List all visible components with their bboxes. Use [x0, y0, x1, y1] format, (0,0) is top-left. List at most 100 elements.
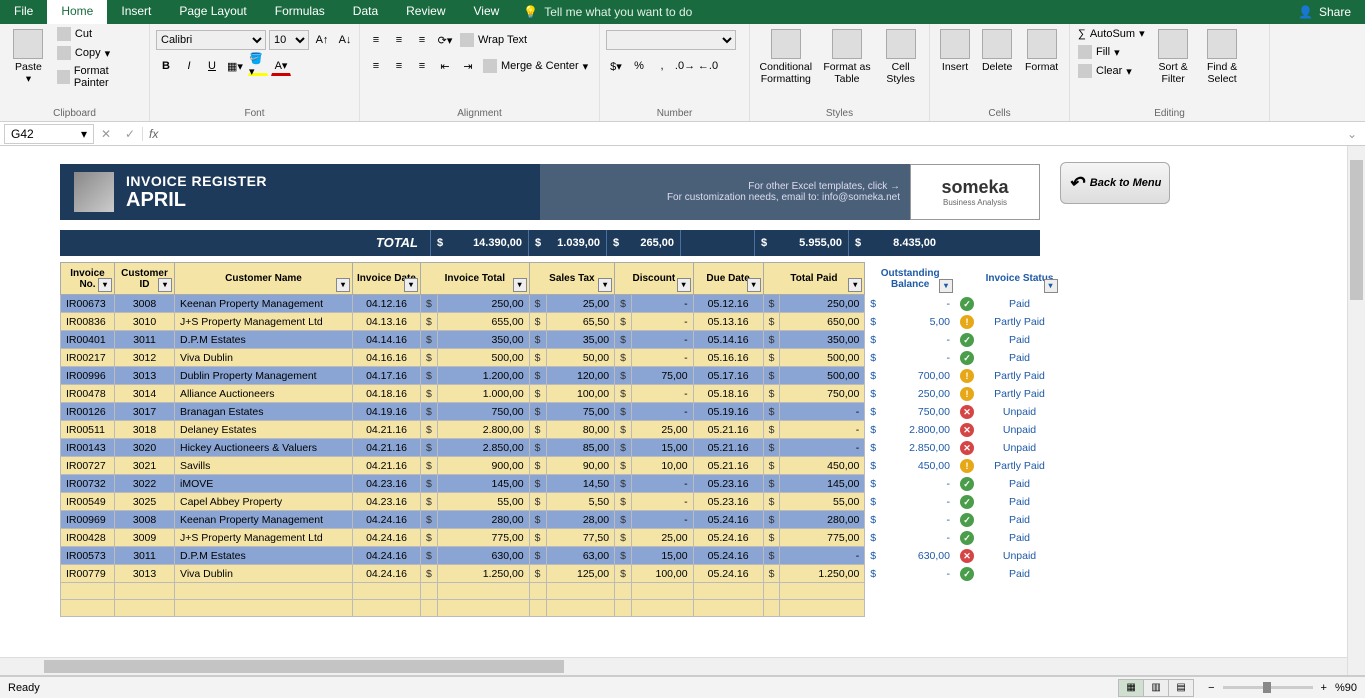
table-row[interactable]: IR007273021Savills04.21.16$900,00$90,00$…: [61, 457, 1060, 475]
col-customer-id[interactable]: Customer ID▾: [115, 263, 175, 295]
accept-formula-button[interactable]: ✓: [118, 127, 142, 141]
col-outstanding-balance[interactable]: Outstanding Balance▾: [865, 263, 955, 295]
col-invoice-status[interactable]: Invoice Status▾: [980, 263, 1060, 295]
filter-icon[interactable]: ▾: [848, 278, 862, 292]
view-normal[interactable]: ▦: [1118, 679, 1144, 697]
table-row[interactable]: IR006733008Keenan Property Management04.…: [61, 295, 1060, 313]
align-top[interactable]: ≡: [366, 30, 386, 50]
col-discount[interactable]: Discount▾: [615, 263, 694, 295]
scroll-thumb[interactable]: [1350, 160, 1363, 300]
filter-icon[interactable]: ▾: [939, 279, 953, 293]
border-button[interactable]: ▦▾: [225, 56, 245, 76]
col-total-paid[interactable]: Total Paid▾: [763, 263, 865, 295]
table-row[interactable]: IR004783014Alliance Auctioneers04.18.16$…: [61, 385, 1060, 403]
tell-me[interactable]: 💡Tell me what you want to do: [513, 0, 702, 24]
table-row[interactable]: IR008363010J+S Property Management Ltd04…: [61, 313, 1060, 331]
table-row[interactable]: IR005493025Capel Abbey Property04.23.16$…: [61, 493, 1060, 511]
menu-view[interactable]: View: [460, 0, 514, 24]
table-row[interactable]: IR005733011D.P.M Estates04.24.16$630,00$…: [61, 547, 1060, 565]
align-middle[interactable]: ≡: [389, 30, 409, 50]
format-cells-button[interactable]: Format: [1020, 26, 1063, 76]
filter-icon[interactable]: ▾: [747, 278, 761, 292]
col-sales-tax[interactable]: Sales Tax▾: [529, 263, 614, 295]
zoom-in-button[interactable]: +: [1321, 682, 1327, 694]
italic-button[interactable]: I: [179, 56, 199, 76]
col-invoice-date[interactable]: Invoice Date▾: [353, 263, 421, 295]
zoom-level[interactable]: %90: [1335, 682, 1357, 694]
align-right[interactable]: ≡: [412, 56, 432, 76]
table-row[interactable]: IR007793013Viva Dublin04.24.16$1.250,00$…: [61, 565, 1060, 583]
indent-dec[interactable]: ⇤: [435, 56, 455, 76]
filter-icon[interactable]: ▾: [677, 278, 691, 292]
menu-data[interactable]: Data: [339, 0, 392, 24]
currency-button[interactable]: $▾: [606, 56, 626, 76]
grow-font-button[interactable]: A↑: [312, 30, 332, 50]
fill-button[interactable]: Fill▾: [1076, 44, 1147, 60]
inc-decimal[interactable]: .0→: [675, 56, 695, 76]
font-name-select[interactable]: Calibri: [156, 30, 266, 50]
table-row[interactable]: IR005113018Delaney Estates04.21.16$2.800…: [61, 421, 1060, 439]
share-button[interactable]: 👤Share: [1284, 0, 1365, 24]
worksheet-area[interactable]: INVOICE REGISTER APRIL For other Excel t…: [0, 146, 1365, 676]
zoom-out-button[interactable]: −: [1208, 682, 1214, 694]
table-row[interactable]: IR004013011D.P.M Estates04.14.16$350,00$…: [61, 331, 1060, 349]
formula-input[interactable]: [164, 126, 1347, 141]
table-row[interactable]: IR009693008Keenan Property Management04.…: [61, 511, 1060, 529]
menu-formulas[interactable]: Formulas: [261, 0, 339, 24]
sort-filter-button[interactable]: Sort & Filter: [1151, 26, 1196, 88]
filter-icon[interactable]: ▾: [598, 278, 612, 292]
format-painter-button[interactable]: Format Painter: [55, 64, 143, 90]
col-customer-name[interactable]: Customer Name▾: [175, 263, 353, 295]
table-row[interactable]: IR009963013Dublin Property Management04.…: [61, 367, 1060, 385]
name-box[interactable]: G42▾: [4, 124, 94, 144]
indent-inc[interactable]: ⇥: [458, 56, 478, 76]
number-format-select[interactable]: [606, 30, 736, 50]
view-page-break[interactable]: ▤: [1168, 679, 1194, 697]
percent-button[interactable]: %: [629, 56, 649, 76]
delete-cells-button[interactable]: Delete: [978, 26, 1016, 76]
wrap-text-button[interactable]: Wrap Text: [458, 32, 529, 48]
cell-styles-button[interactable]: Cell Styles: [878, 26, 923, 88]
conditional-formatting-button[interactable]: Conditional Formatting: [756, 26, 816, 88]
align-left[interactable]: ≡: [366, 56, 386, 76]
filter-icon[interactable]: ▾: [98, 278, 112, 292]
fill-color-button[interactable]: 🪣▾: [248, 56, 268, 76]
vertical-scrollbar[interactable]: [1347, 146, 1365, 675]
table-row[interactable]: IR002173012Viva Dublin04.16.16$500,00$50…: [61, 349, 1060, 367]
view-page-layout[interactable]: ▥: [1143, 679, 1169, 697]
zoom-slider[interactable]: [1223, 686, 1313, 689]
align-center[interactable]: ≡: [389, 56, 409, 76]
dec-decimal[interactable]: ←.0: [698, 56, 718, 76]
table-row[interactable]: IR007323022iMOVE04.23.16$145,00$14,50$-0…: [61, 475, 1060, 493]
copy-button[interactable]: Copy▾: [55, 45, 143, 61]
align-bottom[interactable]: ≡: [412, 30, 432, 50]
cancel-formula-button[interactable]: ✕: [94, 127, 118, 141]
menu-insert[interactable]: Insert: [107, 0, 165, 24]
underline-button[interactable]: U: [202, 56, 222, 76]
filter-icon[interactable]: ▾: [336, 278, 350, 292]
find-select-button[interactable]: Find & Select: [1200, 26, 1245, 88]
back-to-menu-button[interactable]: ↶Back to Menu: [1060, 162, 1170, 204]
filter-icon[interactable]: ▾: [404, 278, 418, 292]
paste-button[interactable]: Paste▾: [6, 26, 51, 88]
col-invoice-no[interactable]: Invoice No.▾: [61, 263, 115, 295]
col-due-date[interactable]: Due Date▾: [693, 263, 763, 295]
cut-button[interactable]: Cut: [55, 26, 143, 42]
font-size-select[interactable]: 10: [269, 30, 309, 50]
bold-button[interactable]: B: [156, 56, 176, 76]
format-as-table-button[interactable]: Format as Table: [820, 26, 875, 88]
scroll-thumb[interactable]: [44, 660, 564, 673]
menu-review[interactable]: Review: [392, 0, 459, 24]
menu-file[interactable]: File: [0, 0, 47, 24]
orientation[interactable]: ⟳▾: [435, 30, 455, 50]
merge-center-button[interactable]: Merge & Center▾: [481, 58, 590, 74]
filter-icon[interactable]: ▾: [513, 278, 527, 292]
filter-icon[interactable]: ▾: [158, 278, 172, 292]
insert-cells-button[interactable]: Insert: [936, 26, 974, 76]
autosum-button[interactable]: ∑AutoSum▾: [1076, 26, 1147, 41]
font-color-button[interactable]: A▾: [271, 56, 291, 76]
filter-icon[interactable]: ▾: [1044, 279, 1058, 293]
comma-button[interactable]: ,: [652, 56, 672, 76]
table-row[interactable]: IR004283009J+S Property Management Ltd04…: [61, 529, 1060, 547]
clear-button[interactable]: Clear▾: [1076, 63, 1147, 79]
